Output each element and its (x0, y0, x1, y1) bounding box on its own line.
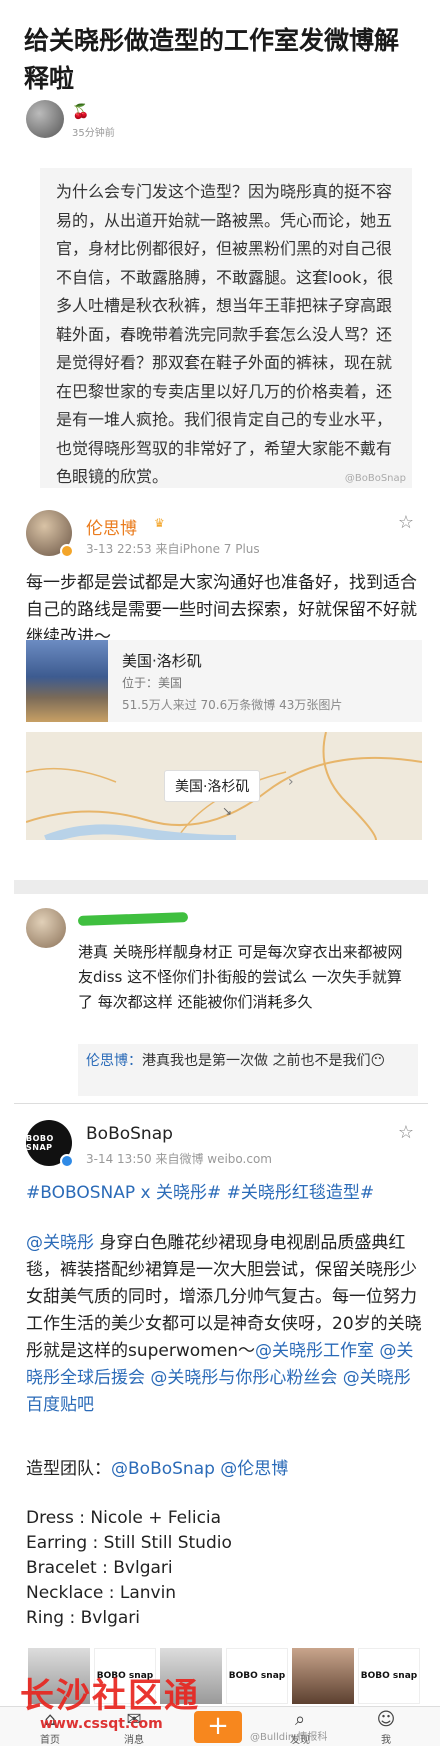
quote-text: 为什么会专门发这个造型？因为晓彤真的挺不容易的，从出道开始就一路被黑。凭心而论，… (56, 182, 394, 486)
post-meta: 3-13 22:53 来自iPhone 7 Plus (86, 542, 260, 556)
commenter-avatar[interactable] (26, 908, 66, 948)
verified-badge-icon (60, 1154, 74, 1168)
comment-text: 港真 关晓彤样靓身材正 可是每次穿衣出来都被网友diss 这不怪你们扑街般的尝试… (78, 943, 403, 1011)
city-photo (26, 640, 108, 722)
post-author-name[interactable]: 伦思博 (86, 514, 137, 539)
star-icon[interactable]: ☆ (398, 512, 414, 533)
credit-line: Bracelet : Bvlgari (26, 1558, 173, 1578)
post-text: 每一步都是尝试都是大家沟通好也准备好，找到适合自己的路线是需要一些时间去探索，好… (26, 573, 417, 647)
verified-badge-icon (60, 544, 74, 558)
section-separator (14, 880, 428, 894)
comment-block: 港真 关晓彤样靓身材正 可是每次穿衣出来都被网友diss 这不怪你们扑街般的尝试… (14, 904, 428, 1096)
map-pin-icon: ↘ (222, 804, 233, 818)
credits-list: Dress : Nicole + Felicia Earring : Still… (26, 1506, 422, 1631)
reply-author[interactable]: 伦思博： (86, 1053, 142, 1069)
credit-line: Ring : Bvlgari (26, 1608, 141, 1628)
team-label: 造型团队： (26, 1459, 111, 1479)
article-title: 给关晓彤做造型的工作室发微博解释啦 (24, 26, 400, 93)
thumbnail[interactable]: BOBO snap (358, 1648, 420, 1704)
divider (14, 1103, 428, 1104)
weibo-post-bobosnap: BOBO SNAP BoBoSnap 3-14 13:50 来自微博 weibo… (16, 1110, 430, 1650)
tab-me[interactable]: ☺ 我 (356, 1709, 416, 1746)
thumbnail[interactable] (292, 1648, 354, 1704)
handle-watermark: @Bulldin·情报科 (250, 1732, 328, 1743)
credit-line: Dress : Nicole + Felicia (26, 1508, 222, 1528)
location-country: 位于：美国 (122, 676, 183, 690)
map-location-label[interactable]: 美国·洛杉矶 (164, 770, 261, 802)
star-icon[interactable]: ☆ (398, 1122, 414, 1143)
post-meta: 3-14 13:50 来自微博 weibo.com (86, 1152, 272, 1166)
post-text: @关晓彤 身穿白色雕花纱裙现身电视剧品质盛典红毯，裤装搭配纱裙算是一次大胆尝试，… (26, 1230, 422, 1419)
thumbnail[interactable]: BOBO snap (226, 1648, 288, 1704)
site-watermark: 长沙社区通 (20, 1676, 200, 1716)
redacted-username (77, 912, 189, 926)
vip-crown-icon: ♛ (154, 516, 165, 530)
quote-watermark: @BoBoSnap (344, 473, 406, 484)
tab-label: 我 (381, 1735, 391, 1746)
location-map[interactable]: 美国·洛杉矶 › ↘ (26, 732, 422, 840)
weibo-screenshot-page: 给关晓彤做造型的工作室发微博解释啦 🍒 35分钟前 为什么会专门发这个造型？因为… (0, 0, 440, 1746)
author-avatar[interactable] (26, 100, 64, 138)
weibo-post-lunsibo: 伦思博 ♛ 3-13 22:53 来自iPhone 7 Plus ☆ 每一步都是… (16, 500, 430, 880)
compose-button[interactable]: + (194, 1711, 242, 1743)
location-name: 美国·洛杉矶 (122, 652, 202, 670)
cherry-icon: 🍒 (72, 104, 90, 120)
post-hashtags[interactable]: #BOBOSNAP x 关晓彤# #关晓彤红毯造型# (26, 1180, 422, 1207)
team-links[interactable]: @BoBoSnap @伦思博 (111, 1459, 288, 1479)
location-card[interactable]: 美国·洛杉矶 位于：美国 51.5万人来过 70.6万条微博 43万张图片 (26, 640, 422, 722)
site-url-watermark: www.cssqt.com (40, 1716, 163, 1732)
post-author-name[interactable]: BoBoSnap (86, 1124, 173, 1144)
reply-box[interactable]: 伦思博：港真我也是第一次做 之前也不是我们😶 (78, 1044, 418, 1096)
article-author-row: 🍒 35分钟前 (26, 100, 326, 142)
styling-team: 造型团队：@BoBoSnap @伦思博 (26, 1456, 422, 1483)
tab-label: 消息 (124, 1735, 144, 1746)
mention-link[interactable]: @关晓彤 (26, 1233, 94, 1253)
credit-line: Necklace : Lanvin (26, 1583, 177, 1603)
reply-text: 港真我也是第一次做 之前也不是我们😶 (142, 1053, 386, 1069)
credit-line: Earring : Still Still Studio (26, 1533, 232, 1553)
tab-label: 首页 (40, 1735, 60, 1746)
person-icon: ☺ (376, 1709, 396, 1730)
article-time: 35分钟前 (72, 128, 115, 139)
quote-box: 为什么会专门发这个造型？因为晓彤真的挺不容易的，从出道开始就一路被黑。凭心而论，… (40, 168, 412, 488)
chevron-right-icon: › (288, 774, 294, 790)
location-stats: 51.5万人来过 70.6万条微博 43万张图片 (122, 698, 343, 712)
